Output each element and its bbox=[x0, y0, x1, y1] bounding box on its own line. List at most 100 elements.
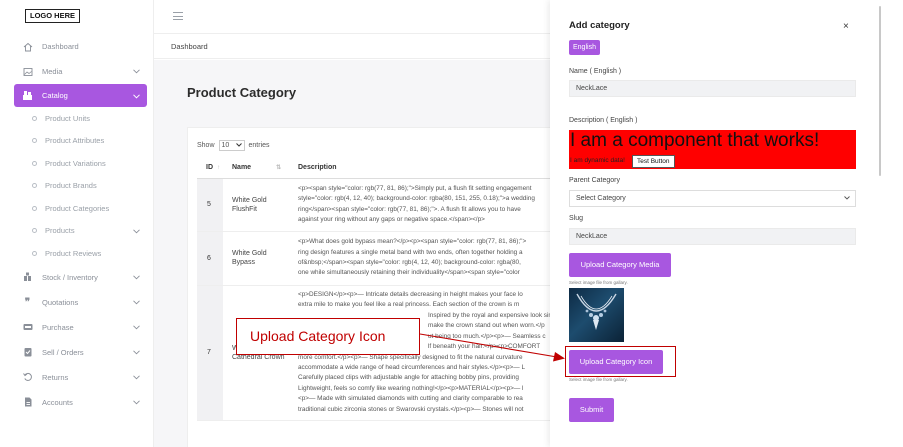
returns-icon bbox=[22, 372, 33, 383]
annotation-callout: Upload Category Icon bbox=[236, 318, 420, 355]
slug-input[interactable]: NeckLace bbox=[569, 228, 856, 245]
cell-name: White Gold FlushFit bbox=[223, 178, 289, 232]
close-icon: × bbox=[843, 21, 849, 32]
table-row[interactable]: 6 White Gold Bypass <p>What does gold by… bbox=[197, 231, 588, 286]
chevron-down-icon bbox=[133, 398, 140, 407]
sidebar-item-label: Accounts bbox=[42, 397, 73, 407]
cell-id: 7 bbox=[197, 285, 223, 421]
panel-title: Add category bbox=[569, 20, 630, 31]
sidebar-subitem-product-categories[interactable]: Product Categories bbox=[0, 197, 154, 220]
quote-icon: ❞ bbox=[24, 296, 31, 308]
parent-category-label: Parent Category bbox=[569, 177, 620, 184]
bullet-icon bbox=[32, 183, 37, 189]
chevron-down-icon bbox=[133, 298, 140, 307]
bullet-icon bbox=[32, 160, 37, 166]
sidebar-item-quotations[interactable]: ❞ Quotations bbox=[0, 290, 154, 315]
home-icon bbox=[22, 41, 33, 52]
chevron-down-icon bbox=[133, 348, 140, 357]
sidebar-item-label: Media bbox=[42, 67, 63, 76]
sidebar-item-sell-orders[interactable]: Sell / Orders bbox=[0, 340, 154, 365]
category-media-thumbnail[interactable] bbox=[569, 288, 624, 342]
media-hint: Select image file from gallary. bbox=[569, 280, 628, 285]
sidebar-item-label: Dashboard bbox=[42, 42, 79, 51]
entries-value: 10 bbox=[221, 142, 230, 149]
sidebar-item-media[interactable]: Media bbox=[0, 59, 154, 84]
sidebar-subitem-label: Product Variations bbox=[45, 158, 106, 168]
hamburger-icon[interactable] bbox=[173, 12, 183, 23]
sidebar-item-stock[interactable]: Stock / Inventory bbox=[0, 265, 154, 290]
sidebar-item-label: Returns bbox=[42, 372, 69, 382]
sidebar-subitem-product-attributes[interactable]: Product Attributes bbox=[0, 130, 154, 153]
description-editor[interactable]: I am a component that works! I am dynami… bbox=[569, 130, 856, 169]
parent-category-value: Select Category bbox=[576, 195, 626, 202]
name-input[interactable]: NeckLace bbox=[569, 80, 856, 97]
image-icon bbox=[22, 66, 33, 77]
sidebar-subitem-label: Product Categories bbox=[45, 203, 110, 213]
sidebar-item-label: Purchase bbox=[42, 322, 74, 332]
column-header-name[interactable]: Name ⇅ bbox=[223, 157, 289, 179]
chevron-down-icon bbox=[133, 273, 140, 282]
close-button[interactable]: × bbox=[843, 21, 849, 32]
bullet-icon bbox=[32, 138, 37, 144]
show-label: Show bbox=[197, 142, 215, 149]
cell-description: <p>What does gold bypass mean?</p><p><sp… bbox=[289, 231, 588, 286]
sidebar-item-label: Catalog bbox=[42, 91, 68, 100]
submit-button[interactable]: Submit bbox=[569, 398, 614, 422]
sidebar-item-accounts[interactable]: Accounts bbox=[0, 390, 154, 415]
chevron-down-icon bbox=[133, 227, 140, 236]
sidebar-item-returns[interactable]: Returns bbox=[0, 365, 154, 390]
page-scrollbar-track[interactable] bbox=[878, 0, 903, 447]
chevron-down-icon bbox=[133, 373, 140, 382]
sidebar-subitem-label: Product Attributes bbox=[45, 136, 105, 146]
page-title: Product Category bbox=[187, 85, 297, 100]
sidebar-subitem-label: Product Brands bbox=[45, 181, 97, 191]
column-header-id[interactable]: ID ↑ bbox=[197, 157, 223, 179]
table-row[interactable]: 5 White Gold FlushFit <p><span style="co… bbox=[197, 178, 588, 232]
upload-category-media-button[interactable]: Upload Category Media bbox=[569, 253, 671, 277]
test-button[interactable]: Test Button bbox=[632, 155, 675, 168]
sidebar-item-purchase[interactable]: Purchase bbox=[0, 315, 154, 340]
bullet-icon bbox=[32, 228, 37, 234]
description-dynamic-text: I am dynamic data! bbox=[570, 157, 625, 164]
sort-asc-icon: ↑ bbox=[217, 164, 220, 171]
chevron-down-icon bbox=[133, 323, 140, 332]
page-scrollbar-thumb[interactable] bbox=[879, 6, 881, 176]
cell-description: <p><span style="color: rgb(77, 81, 86);"… bbox=[289, 178, 588, 232]
bullet-icon bbox=[32, 115, 37, 121]
bullet-icon bbox=[32, 205, 37, 211]
sidebar-subitem-product-brands[interactable]: Product Brands bbox=[0, 175, 154, 198]
sidebar-subitem-product-variations[interactable]: Product Variations bbox=[0, 152, 154, 175]
chevron-down-icon bbox=[133, 67, 140, 76]
sidebar-item-label: Sell / Orders bbox=[42, 347, 84, 357]
cell-name: White Gold Bypass bbox=[223, 231, 289, 286]
sidebar-menu: Dashboard Media Catalog Product Units Pr… bbox=[0, 34, 154, 415]
chevron-down-icon bbox=[133, 92, 140, 101]
entries-select[interactable]: 10 bbox=[218, 140, 245, 151]
sidebar-item-label: Quotations bbox=[42, 297, 79, 307]
cell-id: 5 bbox=[197, 178, 223, 232]
sidebar-subitem-product-units[interactable]: Product Units bbox=[0, 107, 154, 130]
sidebar-subitem-product-reviews[interactable]: Product Reviews bbox=[0, 242, 154, 265]
bullet-icon bbox=[32, 250, 37, 256]
sidebar-item-label: Stock / Inventory bbox=[42, 272, 98, 282]
logo[interactable]: LOGO HERE bbox=[25, 9, 80, 23]
sidebar-item-catalog[interactable]: Catalog bbox=[14, 84, 147, 107]
catalog-icon bbox=[22, 90, 33, 101]
entries-label: entries bbox=[248, 142, 270, 149]
description-label: Description ( English ) bbox=[569, 117, 638, 124]
tab-english[interactable]: English bbox=[569, 40, 600, 55]
entries-control: Show 10 entries bbox=[197, 140, 270, 151]
accounts-icon bbox=[22, 397, 33, 408]
stock-icon bbox=[22, 272, 33, 283]
parent-category-select[interactable]: Select Category bbox=[569, 190, 856, 207]
description-heading: I am a component that works! bbox=[570, 130, 820, 151]
category-table: ID ↑ Name ⇅ Description 5 White Gold Flush… bbox=[197, 157, 588, 421]
sidebar-subitem-products[interactable]: Products bbox=[0, 220, 154, 243]
sidebar-subitem-label: Products bbox=[45, 226, 75, 236]
necklace-image bbox=[576, 293, 617, 330]
column-header-description[interactable]: Description bbox=[289, 157, 588, 179]
chevron-down-icon bbox=[844, 191, 850, 206]
purchase-icon bbox=[22, 322, 33, 333]
add-category-panel: Add category × English Name ( English ) … bbox=[550, 0, 878, 447]
sidebar-item-dashboard[interactable]: Dashboard bbox=[0, 34, 154, 59]
